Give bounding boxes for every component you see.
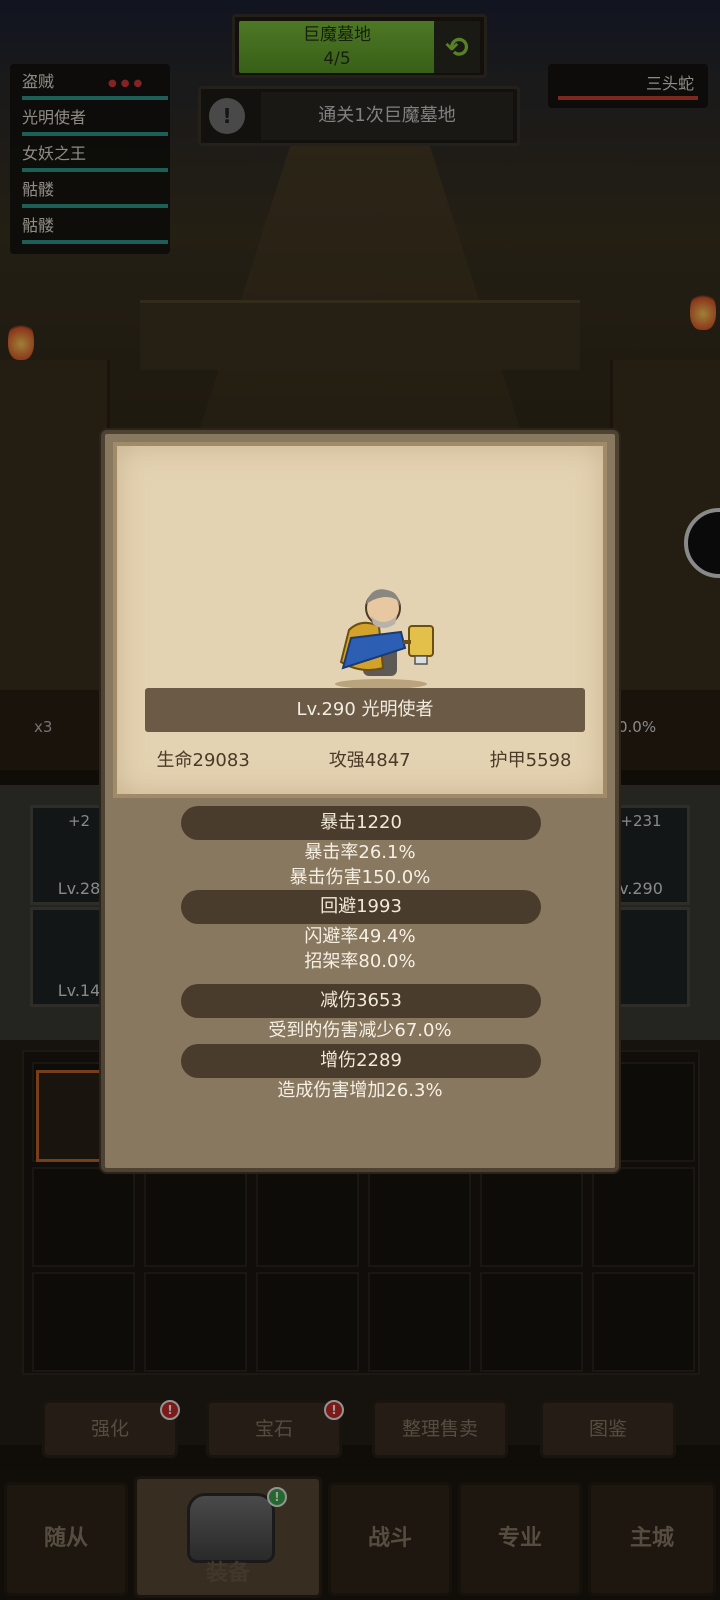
attack-stat: 攻强4847 (328, 750, 411, 771)
hero-card: Lv.290 光明使者 生命29083 攻强4847 护甲5598 (113, 442, 607, 798)
hero-detail-modal: Lv.290 光明使者 生命29083 攻强4847 护甲5598 暴击1220… (101, 430, 619, 1172)
dodge-rate: 闪避率49.4% (304, 926, 416, 947)
damage-reduction: 受到的伤害减少67.0% (268, 1020, 452, 1041)
crit-rate: 暴击率26.1% (304, 842, 416, 863)
damage-increase: 造成伤害增加26.3% (277, 1080, 443, 1101)
crit-damage: 暴击伤害150.0% (289, 867, 431, 888)
dodge-header: 回避1993 (181, 890, 541, 924)
hp-stat: 生命29083 (156, 750, 250, 771)
hero-title: Lv.290 光明使者 (145, 688, 585, 732)
base-stats: 生命29083 攻强4847 护甲5598 (117, 746, 611, 772)
increase-header: 增伤2289 (181, 1044, 541, 1078)
hero-portrait-icon (335, 589, 434, 689)
crit-header: 暴击1220 (181, 806, 541, 840)
armor-stat: 护甲5598 (489, 750, 572, 771)
parry-rate: 招架率80.0% (304, 951, 416, 972)
reduce-header: 减伤3653 (181, 984, 541, 1018)
